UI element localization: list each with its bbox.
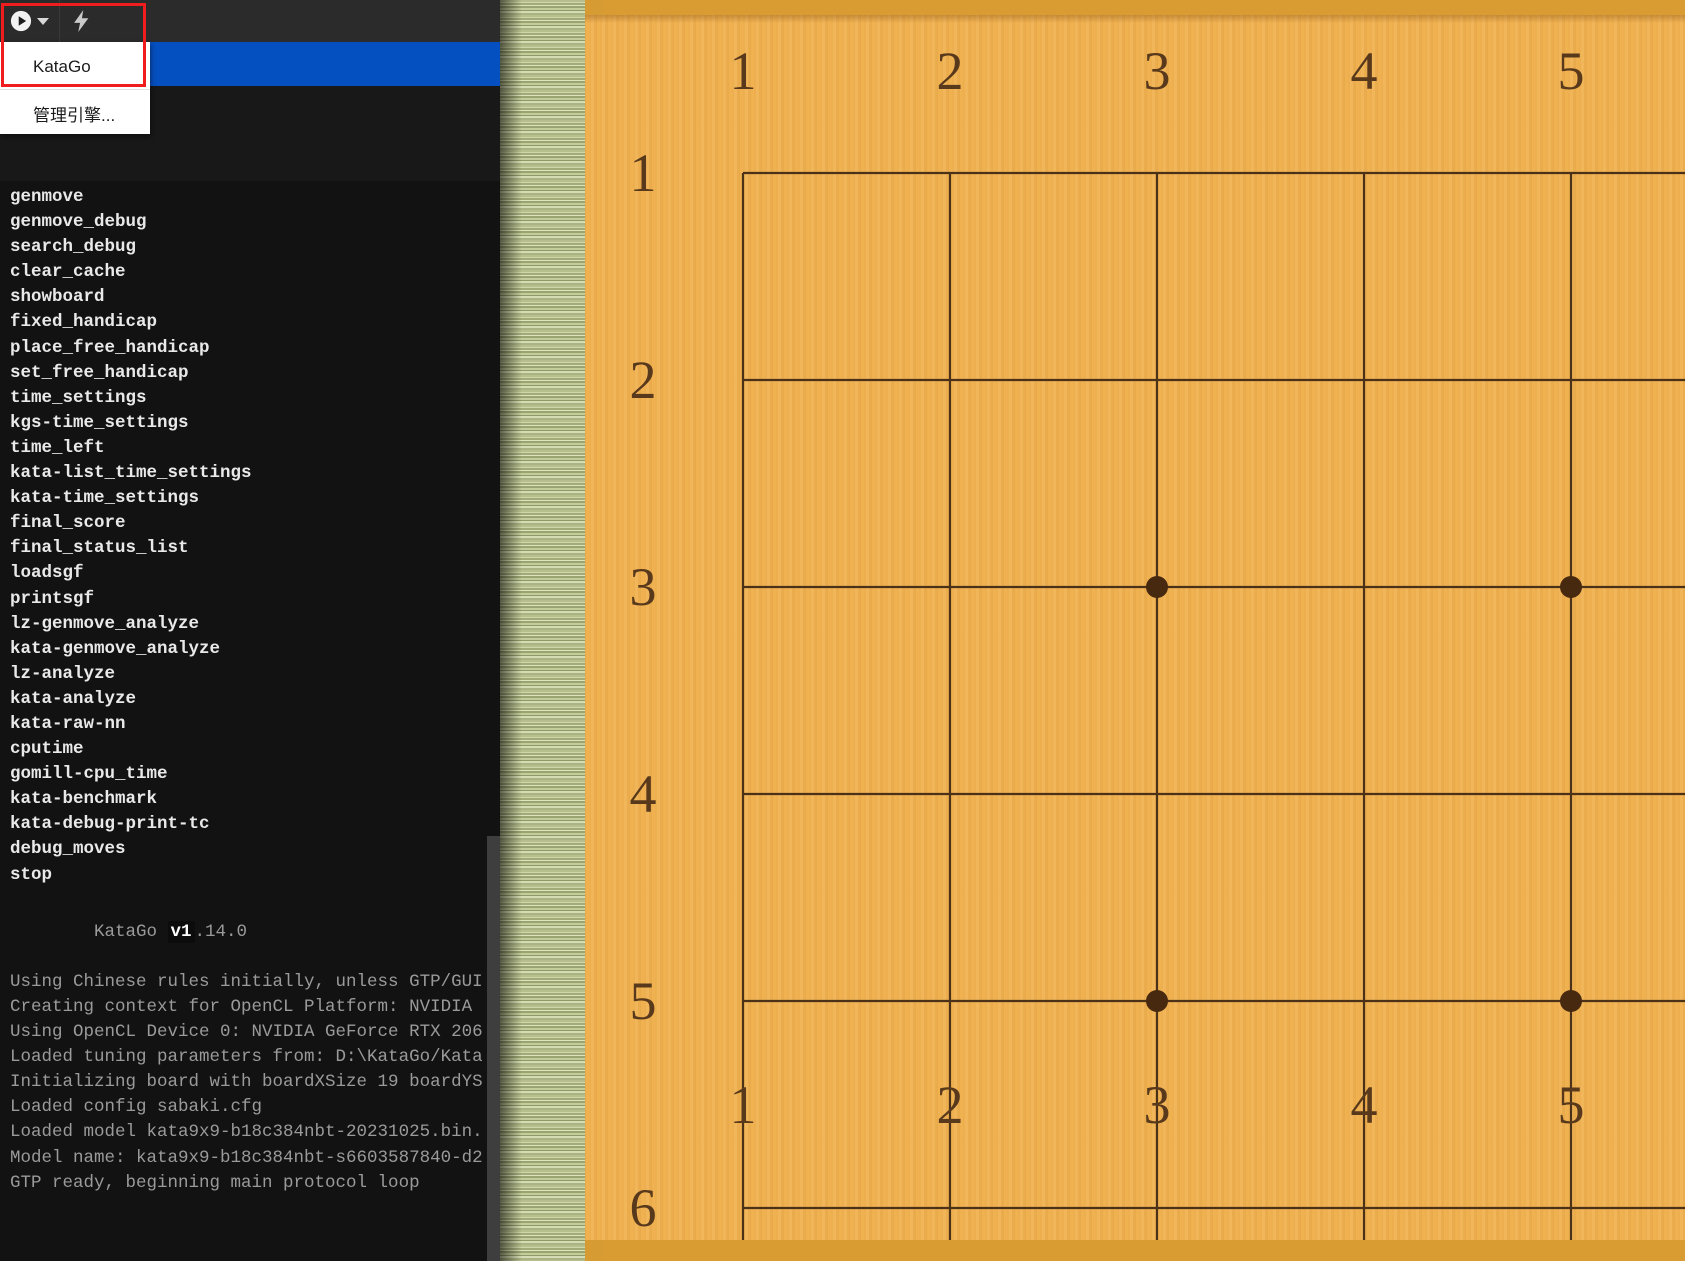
log-line: Using OpenCL Device 0: NVIDIA GeForce RT…	[10, 1022, 483, 1043]
version-suffix: .14.0	[194, 921, 248, 942]
katago-version-line: KataGo v1.14.0	[10, 895, 500, 970]
coordinate-label-top: 2	[936, 41, 964, 101]
katago-log-lines: Using Chinese rules initially, unless GT…	[10, 970, 500, 1196]
menu-item-manage-engines[interactable]: 管理引擎...	[0, 92, 150, 134]
gtp-command-item: kata-genmove_analyze	[10, 638, 221, 659]
gtp-command-item: printsgf	[10, 588, 95, 609]
gtp-command-item: genmove	[10, 187, 84, 207]
console-scrollbar-thumb[interactable]	[487, 836, 500, 1261]
log-line: Loaded model kata9x9-b18c384nbt-20231025…	[10, 1122, 483, 1143]
gtp-command-item: gomill-cpu_time	[10, 764, 168, 785]
engine-dropdown-menu[interactable]: KataGo 管理引擎...	[0, 42, 150, 134]
version-prefix: KataGo	[94, 921, 168, 942]
lightning-bolt-icon	[70, 9, 92, 33]
log-line: Creating context for OpenCL Platform: NV…	[10, 997, 473, 1017]
gtp-command-item: set_free_handicap	[10, 362, 189, 383]
gtp-command-item: debug_moves	[10, 839, 126, 860]
gtp-command-item: time_left	[10, 437, 105, 458]
log-line: Using Chinese rules initially, unless GT…	[10, 971, 483, 992]
board-wood-surface[interactable]	[585, 15, 1685, 1240]
gtp-command-item: loadsgf	[10, 563, 84, 584]
attach-engine-button[interactable]	[60, 0, 102, 42]
coordinate-label-top: 4	[1350, 41, 1378, 101]
gtp-command-item: place_free_handicap	[10, 337, 210, 358]
console-toolbar	[0, 0, 500, 42]
gtp-command-item: kgs-time_settings	[10, 412, 189, 433]
console-scrollbar-track[interactable]	[487, 181, 500, 1261]
gtp-console-panel: genmove genmove_debug search_debug clear_ca…	[0, 0, 500, 1261]
play-circle-icon	[10, 10, 32, 32]
gtp-command-item: final_status_list	[10, 538, 189, 559]
gtp-command-item: search_debug	[10, 237, 137, 258]
board-grid	[741, 171, 1685, 1240]
coordinate-label-top: 5	[1557, 41, 1585, 101]
star-point	[1560, 990, 1582, 1012]
star-point	[1146, 576, 1168, 598]
coordinate-label-bottom: 4	[1350, 1075, 1378, 1135]
log-spacer	[10, 888, 500, 895]
coordinate-label-left: 3	[629, 557, 657, 617]
gtp-command-item: kata-debug-print-tc	[10, 814, 210, 835]
menu-divider	[0, 89, 150, 90]
gtp-command-item: lz-genmove_analyze	[10, 613, 200, 634]
gtp-command-item: kata-list_time_settings	[10, 463, 252, 484]
coordinate-label-top: 1	[729, 41, 757, 101]
board-top-shadow	[585, 15, 1685, 23]
log-line: Initializing board with boardXSize 19 bo…	[10, 1072, 483, 1093]
log-line: Loaded config sabaki.cfg	[10, 1097, 263, 1118]
coordinate-label-left: 4	[629, 764, 657, 824]
log-line: Loaded tuning parameters from: D:\KataGo…	[10, 1047, 483, 1068]
gtp-command-item: cputime	[10, 739, 84, 760]
log-line: Model name: kata9x9-b18c384nbt-s66035878…	[10, 1147, 483, 1168]
console-output[interactable]: genmove genmove_debug search_debug clear_ca…	[0, 181, 500, 1261]
menu-item-label: KataGo	[33, 57, 91, 76]
gtp-command-item: final_score	[10, 513, 126, 534]
menu-item-katago[interactable]: KataGo	[0, 46, 150, 88]
coordinate-label-bottom: 1	[729, 1075, 757, 1135]
menu-item-label: 管理引擎...	[33, 105, 116, 125]
coordinate-label-left: 2	[629, 350, 657, 410]
log-line: GTP ready, beginning main protocol loop	[10, 1172, 420, 1193]
go-board[interactable]: 123456789123456789123456789	[585, 0, 1685, 1261]
gtp-command-item: kata-time_settings	[10, 488, 200, 509]
coordinate-label-top: 3	[1143, 41, 1171, 101]
coordinate-label-left: 1	[629, 143, 657, 203]
gtp-command-item: fixed_handicap	[10, 312, 158, 333]
gtp-command-item: stop	[10, 864, 53, 885]
coordinate-label-left: 6	[629, 1178, 657, 1238]
gtp-command-list: genmove genmove_debug search_debug clear_ca…	[10, 185, 500, 888]
coordinate-label-bottom: 5	[1557, 1075, 1585, 1135]
gtp-command-item: lz-analyze	[10, 663, 116, 684]
gtp-command-item: kata-analyze	[10, 688, 137, 709]
star-point	[1560, 576, 1582, 598]
gtp-command-item: clear_cache	[10, 262, 126, 283]
gtp-command-item: genmove_debug	[10, 212, 147, 233]
coordinate-label-bottom: 2	[936, 1075, 964, 1135]
version-badge: v1	[167, 920, 195, 943]
coordinate-label-bottom: 3	[1143, 1075, 1171, 1135]
app-root: genmove genmove_debug search_debug clear_ca…	[0, 0, 1685, 1261]
gtp-command-item: kata-raw-nn	[10, 713, 126, 734]
gtp-command-item: time_settings	[10, 387, 147, 408]
gtp-command-item: showboard	[10, 287, 105, 308]
run-engine-button[interactable]	[0, 0, 59, 42]
gtp-command-item: kata-benchmark	[10, 789, 158, 810]
coordinate-label-left: 5	[629, 971, 657, 1031]
chevron-down-icon[interactable]	[37, 17, 49, 25]
bamboo-shadow	[500, 0, 522, 1261]
star-point	[1146, 990, 1168, 1012]
